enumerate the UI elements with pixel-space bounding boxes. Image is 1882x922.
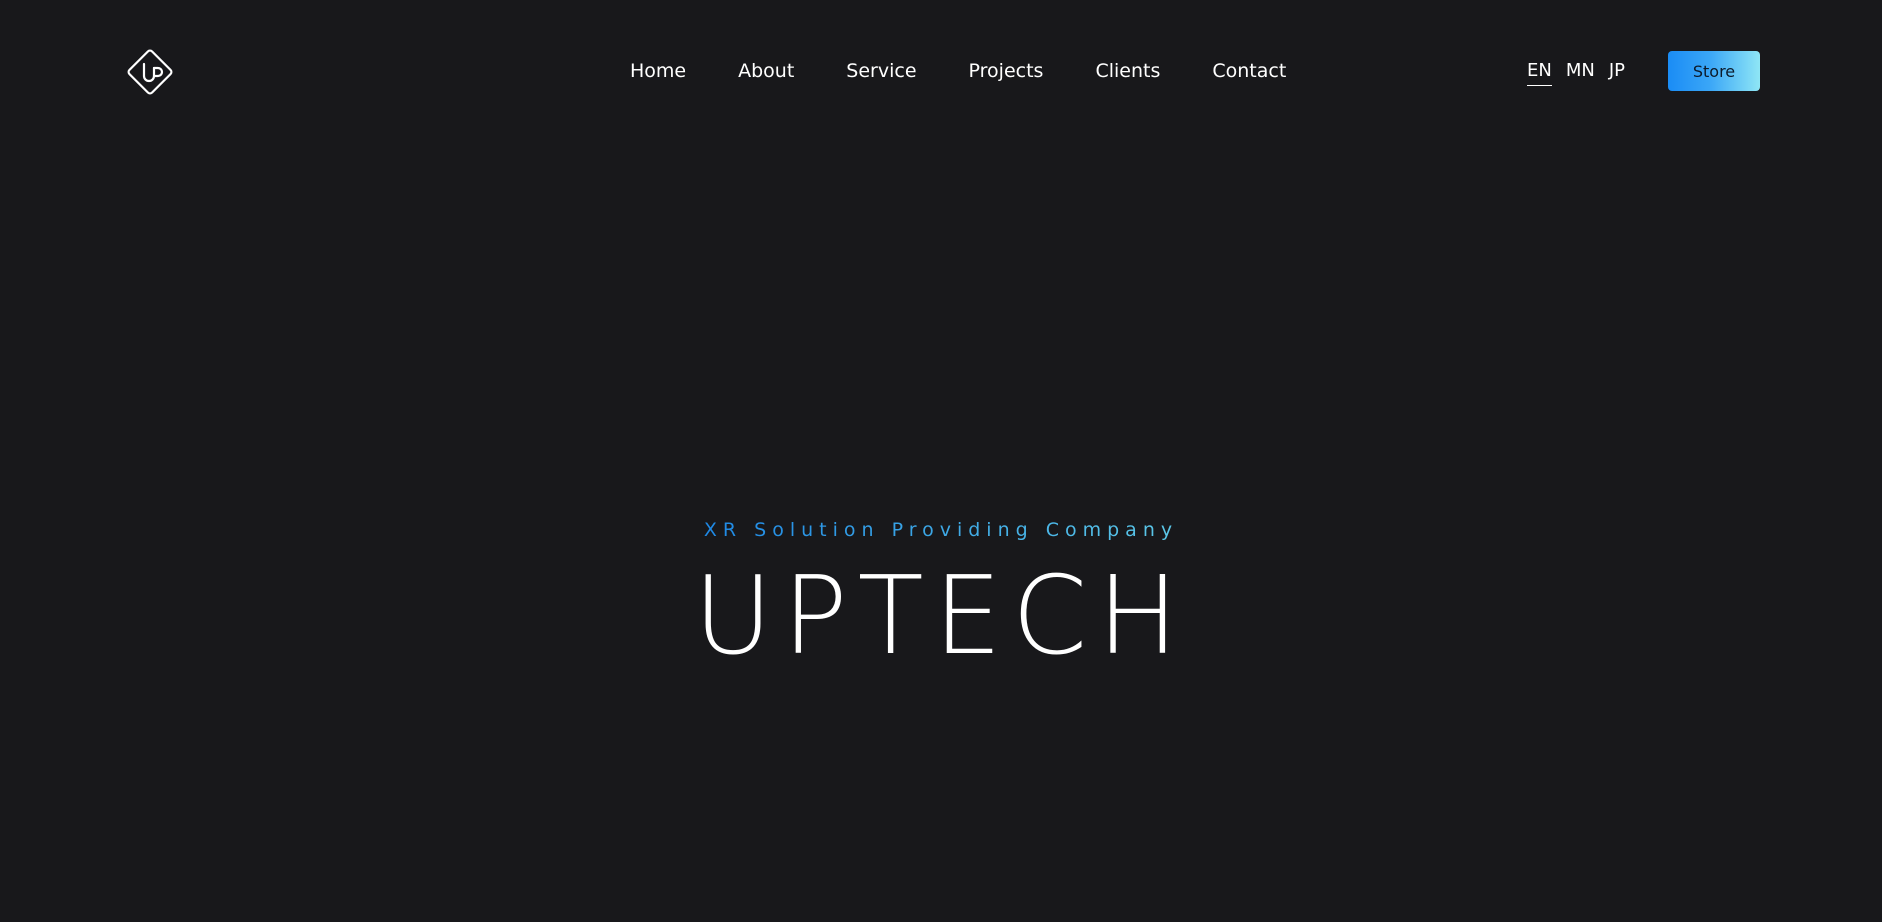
nav-clients[interactable]: Clients	[1095, 56, 1160, 86]
nav-projects[interactable]: Projects	[969, 56, 1044, 86]
up-diamond-logo-icon	[127, 49, 173, 95]
hero-subtitle: XR Solution Providing Company	[704, 515, 1178, 545]
nav-home[interactable]: Home	[630, 56, 686, 86]
store-button[interactable]: Store	[1668, 51, 1760, 91]
page: Home About Service Projects Clients Cont…	[0, 0, 1882, 922]
lang-jp[interactable]: JP	[1609, 56, 1625, 86]
hero-title: UPTECH	[693, 554, 1189, 679]
lang-mn[interactable]: MN	[1566, 56, 1595, 86]
nav-about[interactable]: About	[738, 56, 794, 86]
logo[interactable]	[120, 42, 180, 102]
language-switcher: EN MN JP	[1527, 56, 1625, 86]
hero: XR Solution Providing Company UPTECH	[0, 515, 1882, 677]
nav-service[interactable]: Service	[846, 56, 916, 86]
main-nav: Home About Service Projects Clients Cont…	[630, 56, 1286, 86]
nav-contact[interactable]: Contact	[1212, 56, 1286, 86]
lang-en[interactable]: EN	[1527, 56, 1552, 86]
